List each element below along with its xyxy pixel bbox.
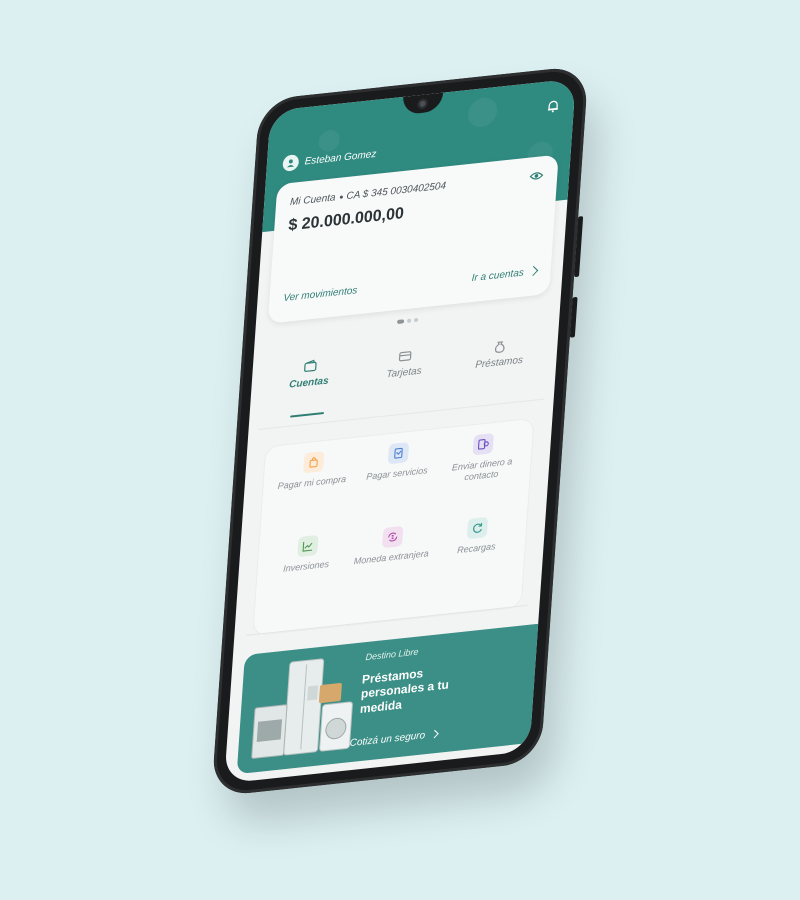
chart-up-icon bbox=[302, 541, 313, 552]
carousel-dot[interactable] bbox=[406, 318, 412, 323]
account-links: Ver movimientos Ir a cuentas bbox=[283, 265, 539, 304]
money-bag-icon bbox=[495, 341, 505, 353]
volume-button bbox=[569, 296, 578, 338]
action-icon-box bbox=[381, 525, 404, 549]
action-pagar-compra[interactable]: Pagar mi compra bbox=[266, 448, 357, 541]
action-icon-box bbox=[302, 451, 325, 474]
power-button bbox=[574, 216, 584, 278]
action-icon-box bbox=[296, 534, 319, 558]
account-card[interactable]: Mi Cuenta CA $ 345 0030402504 $ 20.000.0… bbox=[267, 154, 559, 324]
promo-title: Préstamos personales a tu medida bbox=[359, 666, 450, 716]
action-icon-box bbox=[387, 442, 410, 465]
quick-actions: Pagar mi compra Pagar servicios Enviar d… bbox=[252, 417, 535, 637]
accounts-link-label: Ir a cuentas bbox=[471, 267, 525, 285]
accounts-link[interactable]: Ir a cuentas bbox=[471, 265, 539, 285]
tab-cuentas[interactable]: Cuentas bbox=[271, 350, 346, 428]
action-label: Pagar mi compra bbox=[277, 473, 347, 492]
currency-exchange-icon bbox=[388, 532, 398, 542]
card-icon bbox=[398, 351, 412, 362]
screen: Esteban Gomez Mi Cuenta CA $ 345 0030402… bbox=[224, 78, 576, 784]
receipt-icon bbox=[394, 447, 403, 459]
promo-tag: Destino Libre bbox=[365, 646, 419, 663]
promo-cta-link[interactable]: Cotizá un seguro bbox=[349, 729, 439, 750]
action-label: Inversiones bbox=[282, 558, 330, 574]
user-name: Esteban Gomez bbox=[304, 148, 377, 168]
account-info: Mi Cuenta CA $ 345 0030402504 bbox=[290, 180, 447, 208]
movements-link[interactable]: Ver movimientos bbox=[283, 285, 358, 304]
separator-dot bbox=[339, 195, 343, 199]
action-icon-box bbox=[472, 433, 495, 456]
tab-label: Tarjetas bbox=[386, 365, 422, 381]
bell-icon[interactable] bbox=[546, 98, 561, 114]
promo-accent bbox=[529, 622, 549, 743]
tab-tarjetas[interactable]: Tarjetas bbox=[366, 339, 441, 417]
avatar bbox=[282, 154, 300, 172]
action-enviar-dinero[interactable]: Enviar dinero a contacto bbox=[436, 430, 527, 523]
scene: Esteban Gomez Mi Cuenta CA $ 345 0030402… bbox=[0, 0, 800, 900]
action-label: Enviar dinero a contacto bbox=[451, 456, 513, 483]
action-inversiones[interactable]: Inversiones bbox=[260, 531, 351, 624]
product-tabs: Cuentas Tarjetas Préstamos bbox=[258, 327, 549, 431]
carousel-dot[interactable] bbox=[396, 319, 405, 325]
tab-prestamos[interactable]: Préstamos bbox=[461, 329, 536, 407]
action-label: Moneda extranjera bbox=[353, 548, 430, 567]
carousel-dots[interactable] bbox=[396, 317, 419, 325]
refresh-icon bbox=[473, 522, 483, 533]
account-number: CA $ 345 0030402504 bbox=[346, 180, 447, 203]
account-label: Mi Cuenta bbox=[289, 192, 336, 209]
action-icon-box bbox=[467, 516, 489, 540]
eye-icon[interactable] bbox=[529, 170, 544, 182]
action-label: Recargas bbox=[456, 541, 496, 556]
action-moneda-extranjera[interactable]: Moneda extranjera bbox=[345, 522, 436, 615]
carousel-dot[interactable] bbox=[413, 317, 419, 323]
action-label: Pagar servicios bbox=[366, 465, 429, 482]
appliances-image bbox=[251, 658, 353, 759]
action-recargas[interactable]: Recargas bbox=[430, 513, 521, 606]
tab-label: Cuentas bbox=[288, 375, 329, 391]
phone-frame: Esteban Gomez Mi Cuenta CA $ 345 0030402… bbox=[211, 65, 589, 797]
chevron-right-icon bbox=[429, 729, 439, 739]
wallet-icon bbox=[303, 359, 317, 372]
promo-cta-label: Cotizá un seguro bbox=[349, 730, 426, 750]
tab-label: Préstamos bbox=[474, 354, 524, 371]
promo-banner[interactable]: Destino Libre Préstamos personales a tu … bbox=[236, 622, 549, 775]
account-balance: $ 20.000.000,00 bbox=[287, 204, 405, 235]
send-money-icon bbox=[478, 438, 490, 450]
action-pagar-servicios[interactable]: Pagar servicios bbox=[351, 439, 442, 532]
chevron-right-icon bbox=[528, 265, 539, 276]
user-icon bbox=[287, 159, 294, 168]
shopping-bag-icon bbox=[309, 457, 318, 468]
user-profile[interactable]: Esteban Gomez bbox=[282, 146, 377, 172]
